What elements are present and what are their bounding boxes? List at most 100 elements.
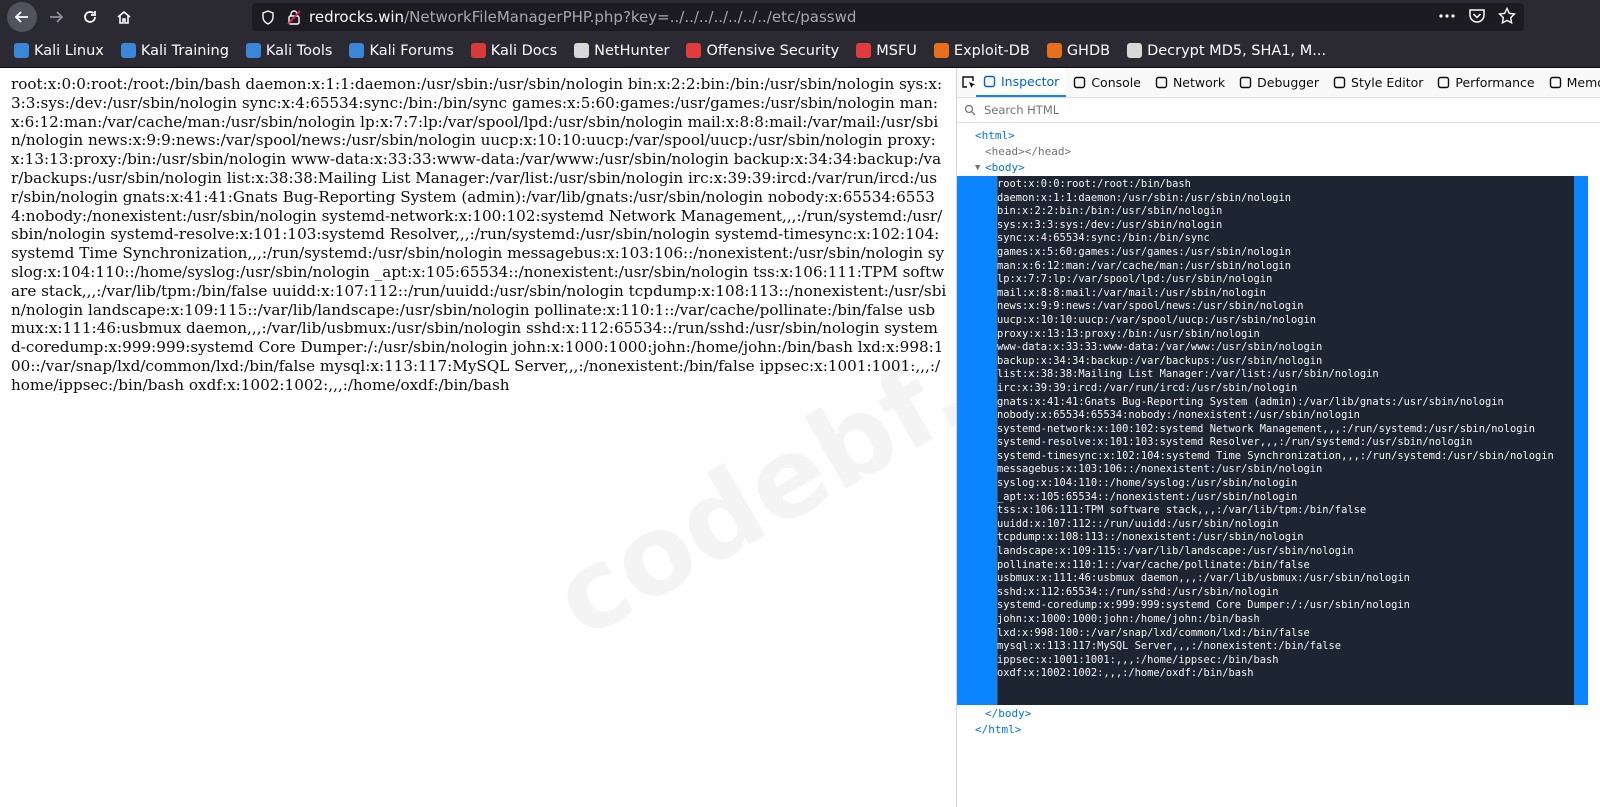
element-picker-icon [962,76,975,88]
text-node-line: sys:x:3:3:sys:/dev:/usr/sbin/nologin [997,218,1223,231]
bookmark-item[interactable]: Kali Forums [349,42,454,59]
home-icon [117,10,131,24]
tab-style-editor[interactable]: Style Editor [1326,68,1430,97]
tree-node-text: <html> [975,129,1015,142]
url-path: /NetworkFileManagerPHP.php?key=../../../… [404,8,857,26]
url-host: redrocks.win [309,8,405,26]
devtools-tabbar: Inspector Console Network Debugger Style Edi… [957,68,1600,98]
selection-edge [1574,176,1588,705]
debugger-icon [1239,76,1252,89]
text-node-line: daemon:x:1:1:daemon:/usr/sbin:/usr/sbin/… [997,191,1292,204]
forward-button[interactable] [41,2,71,32]
pocket-icon[interactable] [1468,7,1486,25]
text-node-line: _apt:x:105:65534::/nonexistent:/usr/sbin… [997,490,1298,503]
text-node-line: tss:x:106:111:TPM software stack,,,:/var… [997,504,1367,517]
tab-label: Performance [1455,75,1535,90]
element-picker-button[interactable] [961,75,976,90]
tree-head[interactable]: <head></head> [957,144,1600,160]
tree-body-close[interactable]: </body> [957,706,1600,722]
kali-icon [120,43,136,58]
text-node-line: uuidd:x:107:112::/run/uuidd:/usr/sbin/no… [997,517,1279,530]
bookmark-label: Offensive Security [706,42,840,59]
expand-twisty-icon[interactable]: ▼ [975,160,980,176]
text-node-line: tcpdump:x:108:113::/nonexistent:/usr/sbi… [997,531,1304,544]
text-node-lines: root:x:0:0:root:/root:/bin/bash daemon:x:… [997,178,1554,681]
tab-label: Network [1172,75,1226,90]
performance-icon [1438,76,1450,89]
text-node-line: sshd:x:112:65534::/run/sshd:/usr/sbin/no… [997,585,1279,598]
bookmark-label: MSFU [876,42,917,59]
bookmarks-toolbar: Kali Linux Kali Training Kali Tools Kali Fo… [0,34,1600,68]
bookmark-label: GHDB [1066,42,1111,59]
bookmark-item[interactable]: Exploit-DB [933,43,1030,59]
shield-icon[interactable] [261,9,275,25]
bookmark-item[interactable]: Kali Linux [14,43,104,59]
bookmark-label: Decrypt MD5, SHA1, M... [1147,42,1327,59]
network-icon [1155,76,1168,89]
bookmark-item[interactable]: NetHunter [574,43,669,59]
url-text[interactable]: redrocks.win/NetworkFileManagerPHP.php?k… [309,8,856,26]
bookmark-label: Kali Linux [34,42,104,59]
page-content: root:x:0:0:root:/root:/bin/bash daemon:x… [0,68,1170,807]
bookmark-item[interactable]: MSFU [856,43,917,59]
text-node-line: mysql:x:113:117:MySQL Server,,,:/nonexis… [997,640,1342,653]
text-node-line: ippsec:x:1001:1001:,,,:/home/ippsec:/bin… [997,653,1279,666]
url-bar[interactable]: redrocks.win/NetworkFileManagerPHP.php?k… [252,3,1524,31]
tree-body-open[interactable]: ▼ <body> [957,160,1600,176]
tab-memo[interactable]: Memo [1542,68,1600,97]
reload-icon [84,11,96,23]
tree-html-open[interactable]: <html> [957,128,1600,144]
text-node-line: proxy:x:13:13:proxy:/bin:/usr/sbin/nolog… [997,327,1260,340]
text-node-line: man:x:6:12:man:/var/cache/man:/usr/sbin/… [997,259,1292,272]
bookmark-item[interactable]: Kali Tools [245,42,333,59]
tree-node-text: <body> [985,161,1025,174]
exploitdb-icon [933,43,949,58]
text-node-line: john:x:1000:1000:john:/home/john:/bin/ba… [997,613,1260,625]
tab-network[interactable]: Network [1148,68,1232,97]
tab-inspector[interactable]: Inspector [976,68,1067,97]
bookmark-item[interactable]: Offensive Security [686,43,839,59]
text-node-line: messagebus:x:103:106::/nonexistent:/usr/… [997,463,1323,476]
text-node-line: news:x:9:9:news:/var/spool/news:/usr/sbi… [997,300,1304,313]
bookmark-item[interactable]: Decrypt MD5, SHA1, M... [1127,43,1326,59]
text-node-line: landscape:x:109:115::/var/lib/landscape:… [997,545,1354,558]
tab-debugger[interactable]: Debugger [1232,68,1326,97]
offsec-icon [856,43,872,58]
tab-label: Debugger [1257,75,1320,90]
tab-console[interactable]: Console [1066,68,1148,97]
bookmark-label: Kali Forums [369,42,454,59]
bookmark-item[interactable]: GHDB [1046,42,1111,59]
text-node-line: games:x:5:60:games:/usr/games:/usr/sbin/… [997,245,1292,258]
more-icon[interactable] [1438,7,1456,25]
search-html-input[interactable] [982,102,1546,118]
style-editor-icon [1333,76,1346,89]
bookmark-item[interactable]: Kali Docs [470,43,557,59]
text-node-line: systemd-coredump:x:999:999:systemd Core … [997,599,1410,612]
exploitdb-icon [1046,43,1062,58]
bookmark-label: Kali Training [140,42,229,59]
back-arrow-icon [14,11,28,23]
back-button[interactable] [7,2,37,32]
selected-text-node[interactable]: root:x:0:0:root:/root:/bin/bash daemon:x:… [957,176,1600,705]
nethunter-icon [574,43,590,58]
selection-gutter [957,176,997,705]
devtools-panel: Inspector Console Network Debugger Style Edi… [956,68,1600,807]
bookmark-item[interactable]: Kali Training [120,42,229,59]
reload-button[interactable] [75,2,105,32]
home-button[interactable] [109,2,139,32]
tab-performance[interactable]: Performance [1430,68,1541,97]
tab-label: Inspector [1001,74,1060,89]
bookmark-star-icon[interactable] [1498,7,1516,25]
passwd-file-text: root:x:0:0:root:/root:/bin/bash daemon:x… [11,75,947,394]
text-node-line: oxdf:x:1002:1002:,,,:/home/oxdf:/bin/bas… [997,667,1254,680]
text-node-line: systemd-timesync:x:102:104:systemd Time … [997,449,1554,462]
bookmark-label: Kali Tools [265,42,333,59]
text-node-line: systemd-network:x:100:102:systemd Networ… [997,422,1535,435]
text-node-line: lp:x:7:7:lp:/var/spool/lpd:/usr/sbin/nol… [997,273,1273,286]
text-node-line: syslog:x:104:110::/home/syslog:/usr/sbin… [997,477,1298,490]
insecure-lock-icon[interactable] [287,9,301,25]
inspector-icon [983,75,996,88]
tab-label: Memo [1566,75,1600,90]
tree-html-close[interactable]: </html> [957,722,1600,738]
text-node-line: root:x:0:0:root:/root:/bin/bash [997,178,1191,190]
